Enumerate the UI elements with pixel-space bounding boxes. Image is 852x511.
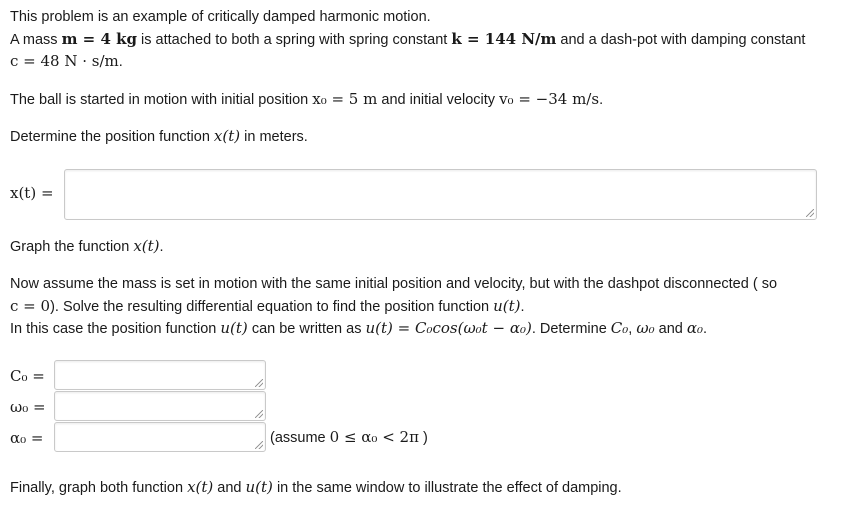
part2-line3: In this case the position function u(t) … [10,319,708,337]
part2-line2: c = 0). Solve the resulting differential… [10,297,525,315]
alpha0-label: α₀ = [10,429,44,447]
problem-line-mass: A mass m = 4 kg is attached to both a sp… [10,30,806,48]
c0-input[interactable] [54,360,266,390]
problem-line-damping: c = 48 N · s/m. [10,52,123,70]
resize-grip-icon[interactable] [806,209,814,217]
final-instruction: Finally, graph both function x(t) and u(… [10,478,622,496]
assume-note: (assume 0 ≤ α₀ < 2π ) [270,428,428,446]
c0-label: C₀ = [10,367,45,385]
problem-line-initial: The ball is started in motion with initi… [10,90,604,108]
graph-x-instruction: Graph the function x(t). [10,237,164,255]
alpha0-input[interactable] [54,422,266,452]
part2-line1: Now assume the mass is set in motion wit… [10,276,778,292]
x-answer-input[interactable] [64,169,817,220]
x-answer-label: x(t) = [10,184,54,202]
w0-input[interactable] [54,391,266,421]
w0-label: ω₀ = [10,398,46,416]
resize-grip-icon[interactable] [255,441,263,449]
problem-line-determine: Determine the position function x(t) in … [10,127,308,145]
intro-text: This problem is an example of critically… [10,9,431,25]
resize-grip-icon[interactable] [255,410,263,418]
resize-grip-icon[interactable] [255,379,263,387]
